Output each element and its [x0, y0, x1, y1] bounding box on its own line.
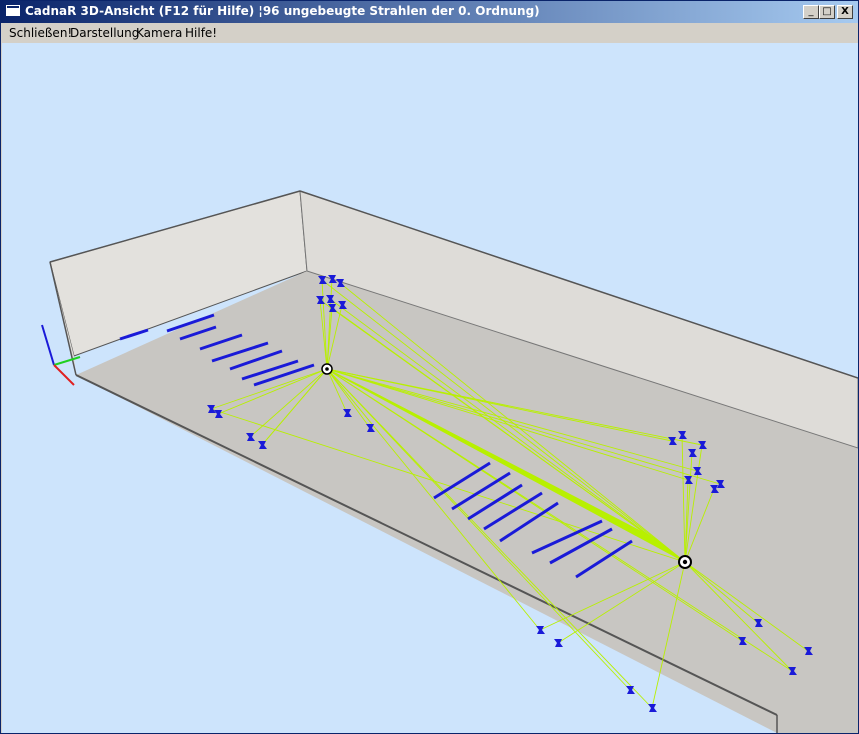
menu-kamera[interactable]: Kamera — [136, 26, 182, 40]
window-icon — [6, 5, 20, 16]
menu-hilfe[interactable]: Hilfe! — [185, 26, 217, 40]
3d-viewport[interactable] — [2, 43, 858, 733]
menu-darstellung[interactable]: Darstellung — [70, 26, 139, 40]
title-bar[interactable]: CadnaR 3D-Ansicht (F12 für Hilfe) ¦96 un… — [1, 1, 858, 23]
sound-source-icon[interactable] — [321, 363, 333, 375]
menu-bar: Schließen! Darstellung Kamera Hilfe! — [1, 23, 858, 43]
menu-schliessen[interactable]: Schließen! — [9, 26, 72, 40]
minimize-button[interactable]: _ — [803, 5, 819, 19]
receiver-icon[interactable] — [536, 626, 545, 634]
close-button[interactable]: X — [837, 5, 853, 19]
3d-scene[interactable] — [2, 43, 858, 733]
receiver-icon[interactable] — [648, 704, 657, 712]
sound-source-icon[interactable] — [678, 555, 692, 569]
receiver-icon[interactable] — [626, 686, 635, 694]
maximize-button[interactable]: □ — [819, 5, 835, 19]
app-window: CadnaR 3D-Ansicht (F12 für Hilfe) ¦96 un… — [0, 0, 859, 734]
window-title: CadnaR 3D-Ansicht (F12 für Hilfe) ¦96 un… — [25, 4, 540, 18]
